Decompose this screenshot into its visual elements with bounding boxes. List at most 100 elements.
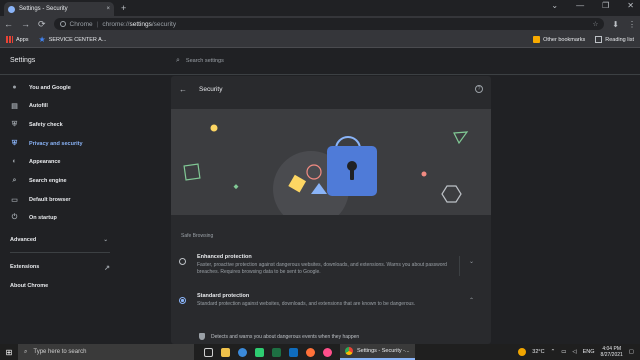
browser-toolbar: ← → ⟳ Chrome | chrome://settings/securit… — [0, 16, 640, 32]
shield-icon: ⛨ — [11, 140, 18, 147]
sidebar-item-default-browser[interactable]: ▭ Default browser — [10, 196, 70, 204]
date: 8/27/2021 — [600, 352, 623, 358]
back-arrow-icon[interactable]: ← — [179, 85, 187, 94]
search-settings-input[interactable]: ⌕ Search settings — [171, 54, 491, 68]
other-bookmarks[interactable]: Other bookmarks — [533, 36, 585, 43]
safe-browsing-label: Safe Browsing — [181, 233, 214, 239]
external-link-icon: ↗ — [104, 265, 110, 272]
chrome-icon — [345, 347, 353, 355]
store-icon[interactable] — [255, 347, 264, 357]
person-icon: ● — [12, 84, 17, 91]
address-bar[interactable]: Chrome | chrome://settings/security ☆ — [53, 18, 605, 30]
search-icon: ⌕ — [24, 348, 28, 355]
close-window-icon[interactable]: ✕ — [627, 1, 634, 10]
chrome-favicon-icon — [8, 5, 15, 13]
restore-icon[interactable]: ❐ — [602, 1, 609, 10]
sidebar-item-safety-check[interactable]: ⛨ Safety check — [10, 121, 63, 129]
shield-check-icon: ⛨ — [11, 121, 18, 128]
taskbar-chrome-window[interactable]: Settings - Security -... — [340, 344, 415, 360]
tab-search-icon[interactable]: ⌄ — [551, 1, 558, 10]
option-standard-protection[interactable]: Standard protection Standard protection … — [179, 293, 483, 315]
network-icon[interactable]: ▭ — [561, 349, 566, 355]
apps-grid-icon — [6, 36, 13, 43]
tab-close-icon[interactable]: × — [106, 6, 110, 12]
sidebar-advanced[interactable]: Advanced ⌄ — [10, 237, 108, 243]
back-icon[interactable]: ← — [4, 19, 13, 29]
bookmark-star-icon[interactable]: ☆ — [592, 20, 598, 28]
reload-icon[interactable]: ⟳ — [38, 19, 46, 30]
language-indicator[interactable]: ENG — [583, 349, 595, 355]
clipboard-icon: ▤ — [11, 103, 18, 110]
help-icon[interactable]: ? — [475, 85, 483, 93]
menu-icon[interactable]: ⋮ — [628, 20, 636, 29]
firefox-icon[interactable] — [306, 347, 315, 357]
enhanced-title: Enhanced protection — [197, 254, 252, 260]
sidebar-item-autofill[interactable]: ▤ Autofill — [10, 102, 48, 110]
sidebar — [0, 76, 116, 344]
security-card: ← Security ? Safe Browsing Enhanced prot… — [171, 76, 491, 344]
taskbar-search-input[interactable]: ⌕ Type here to search — [18, 344, 194, 360]
windows-start-icon[interactable]: ⊞ — [0, 348, 18, 357]
outlook-icon[interactable] — [289, 347, 298, 357]
notifications-icon[interactable]: ▢ — [629, 349, 634, 355]
security-illustration — [171, 109, 491, 227]
bookmark-apps[interactable]: Apps — [6, 36, 29, 43]
standard-radio[interactable] — [179, 297, 186, 304]
windows-taskbar: ⊞ ⌕ Type here to search Settings - Secur… — [0, 344, 640, 360]
option-enhanced-protection[interactable]: Enhanced protection Faster, proactive pr… — [179, 254, 483, 277]
toolbar-icons: ⬇ ⋮ — [612, 20, 636, 29]
tab-title: Settings - Security — [19, 6, 68, 12]
search-icon: ⌕ — [12, 177, 17, 184]
temperature[interactable]: 32°C — [532, 349, 544, 355]
app-icon[interactable] — [323, 347, 332, 357]
bookmark-service-center[interactable]: ★ SERVICE CENTER A... — [39, 35, 107, 44]
reading-list-icon — [595, 36, 603, 43]
weather-icon[interactable] — [518, 348, 527, 356]
standard-title: Standard protection — [197, 293, 250, 299]
sidebar-about-chrome[interactable]: About Chrome — [10, 283, 48, 289]
search-placeholder: Search settings — [185, 58, 224, 64]
minimize-icon[interactable]: — — [576, 1, 584, 10]
settings-title: Settings — [10, 57, 36, 64]
new-tab-button[interactable]: + — [121, 3, 126, 13]
sidebar-item-privacy-and-security[interactable]: ⛨ Privacy and security — [10, 140, 83, 148]
forward-icon[interactable]: → — [21, 19, 30, 29]
volume-icon[interactable]: ◁ — [572, 349, 576, 355]
chevron-down-icon: ⌄ — [103, 237, 108, 243]
tray-overflow-icon[interactable]: ⌃ — [551, 349, 556, 355]
lock-illustration — [183, 124, 469, 227]
download-icon[interactable]: ⬇ — [612, 20, 619, 29]
folder-icon — [533, 36, 541, 43]
system-tray: 32°C ⌃ ▭ ◁ ENG 4:04 PM 8/27/2021 ▢ — [518, 346, 640, 359]
browser-icon: ▭ — [11, 197, 18, 204]
sidebar-divider — [10, 252, 110, 253]
url-divider: | — [96, 20, 99, 28]
sidebar-item-on-startup[interactable]: ⏻ On startup — [10, 214, 57, 222]
sidebar-item-you-and-google[interactable]: ● You and Google — [10, 84, 70, 91]
star-icon: ★ — [38, 35, 46, 44]
tab-settings-security[interactable]: Settings - Security × — [4, 2, 114, 16]
sidebar-item-search-engine[interactable]: ⌕ Search engine — [10, 177, 67, 185]
task-view-icon[interactable] — [204, 347, 213, 357]
palette-icon: ◐ — [12, 158, 17, 165]
option-divider — [459, 256, 460, 276]
shield-detail-icon — [199, 333, 205, 340]
page-title: Security — [199, 85, 223, 93]
file-explorer-icon[interactable] — [221, 347, 230, 357]
chevron-down-icon[interactable]: ⌄ — [469, 258, 474, 277]
sidebar-item-appearance[interactable]: ◐ Appearance — [10, 158, 60, 165]
chevron-up-icon[interactable]: ⌃ — [469, 297, 474, 315]
window-controls: ⌄ — ❐ ✕ — [551, 1, 634, 10]
enhanced-desc: Faster, proactive protection against dan… — [197, 262, 447, 276]
taskbar-apps: Settings - Security -... — [204, 344, 415, 360]
clock[interactable]: 4:04 PM 8/27/2021 — [601, 346, 623, 359]
reading-list[interactable]: Reading list — [595, 36, 634, 43]
edge-icon[interactable] — [238, 347, 247, 357]
security-header: ← Security ? — [171, 76, 491, 102]
standard-detail: Detects and warns you about dangerous ev… — [199, 333, 359, 340]
url-text: chrome://settings/security — [102, 20, 177, 28]
excel-icon[interactable] — [272, 347, 281, 357]
sidebar-extensions[interactable]: Extensions ↗ — [10, 264, 110, 272]
enhanced-radio[interactable] — [179, 258, 186, 265]
option-divider — [459, 295, 460, 315]
